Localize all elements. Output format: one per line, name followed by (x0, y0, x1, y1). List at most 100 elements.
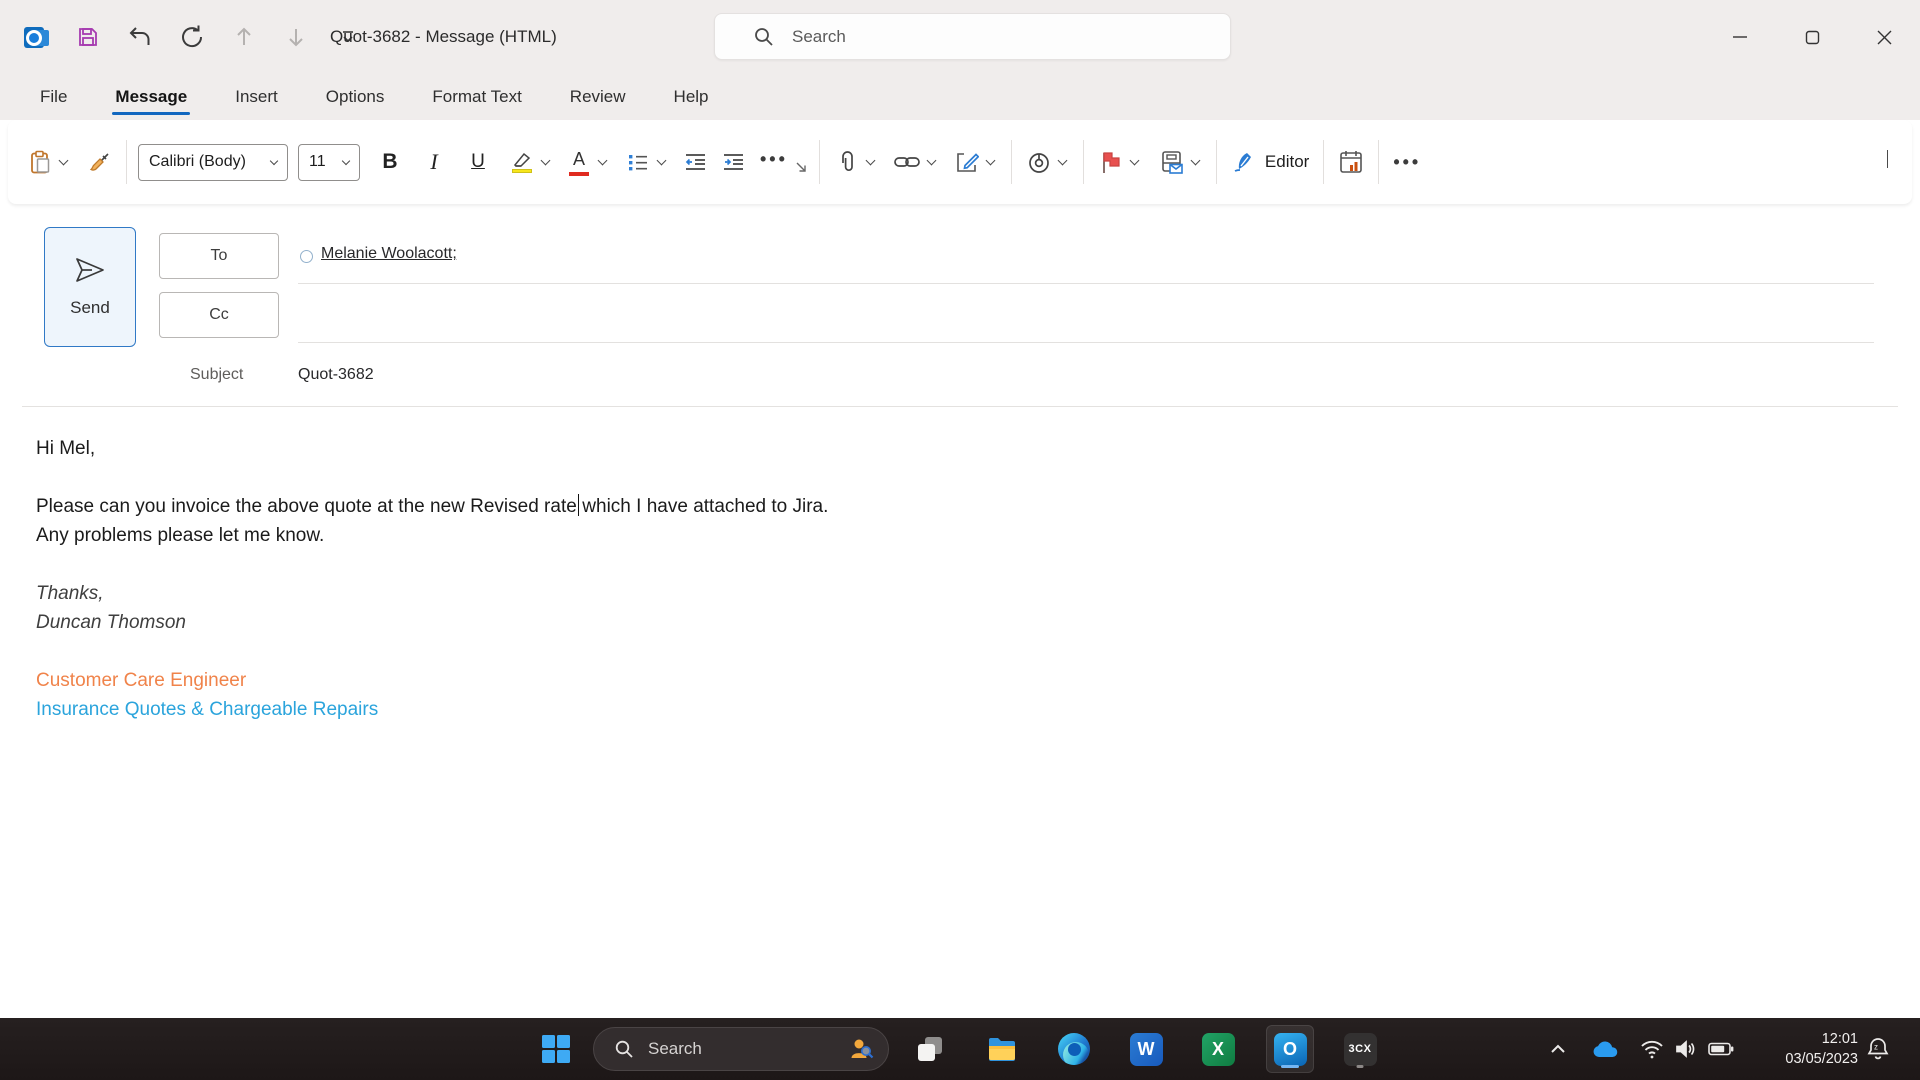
highlight-dropdown-icon[interactable] (541, 156, 551, 166)
tray-overflow-chevron-icon[interactable] (1540, 1030, 1576, 1068)
recipient-chip[interactable]: Melanie Woolacott; (321, 245, 457, 263)
link-button[interactable] (890, 139, 924, 185)
scheduling-poll-button[interactable] (1335, 139, 1367, 185)
subject-input[interactable]: Quot-3682 (298, 366, 374, 384)
bold-button[interactable]: B (374, 139, 406, 185)
message-body[interactable]: Hi Mel, Please can you invoice the above… (36, 434, 1536, 724)
signature-dropdown-icon[interactable] (985, 156, 995, 166)
templates-button[interactable] (1156, 139, 1188, 185)
battery-icon[interactable] (1703, 1030, 1739, 1068)
tab-format-text[interactable]: Format Text (430, 77, 523, 117)
templates-dropdown-icon[interactable] (1190, 156, 1200, 166)
window-controls (1704, 0, 1920, 74)
ribbon-tab-bar: File Message Insert Options Format Text … (0, 74, 1920, 120)
edge-logo (1058, 1033, 1090, 1065)
redo-button[interactable] (178, 23, 206, 51)
ribbon-divider (1011, 140, 1012, 184)
maximize-button[interactable] (1776, 0, 1848, 74)
font-color-dropdown-icon[interactable] (598, 156, 608, 166)
clock-date: 03/05/2023 (1785, 1049, 1858, 1069)
tab-insert[interactable]: Insert (233, 77, 280, 117)
taskbar-search-input[interactable]: Search (593, 1027, 889, 1071)
loop-dropdown-icon[interactable] (1057, 156, 1067, 166)
dialog-launcher-icon[interactable] (795, 161, 808, 179)
notification-bell-icon[interactable]: z (1860, 1030, 1896, 1068)
close-button[interactable] (1848, 0, 1920, 74)
highlight-color-swatch (512, 169, 532, 173)
quick-access-toolbar (22, 0, 362, 74)
attach-dropdown-icon[interactable] (865, 156, 875, 166)
underline-button[interactable]: U (462, 139, 494, 185)
tab-review[interactable]: Review (568, 77, 628, 117)
volume-icon[interactable] (1667, 1030, 1703, 1068)
signature-button[interactable] (951, 139, 983, 185)
wifi-icon[interactable] (1634, 1030, 1670, 1068)
paste-dropdown-icon[interactable] (59, 156, 69, 166)
window-title: Quot-3682 - Message (HTML) (330, 0, 557, 74)
search-input[interactable]: Search (714, 13, 1231, 60)
tab-message[interactable]: Message (113, 77, 189, 117)
loop-components-button[interactable] (1023, 139, 1055, 185)
format-painter-button[interactable] (83, 139, 115, 185)
collapse-ribbon-icon[interactable] (1883, 150, 1894, 168)
start-button[interactable] (534, 1027, 578, 1071)
tab-options[interactable]: Options (324, 77, 387, 117)
taskbar: Search W X O 3CX (0, 1018, 1920, 1080)
save-button[interactable] (74, 23, 102, 51)
file-explorer-button[interactable] (980, 1027, 1024, 1071)
ribbon-more-button[interactable]: ••• (1390, 139, 1424, 185)
cc-button[interactable]: Cc (159, 292, 279, 338)
search-icon (753, 26, 774, 47)
tab-help[interactable]: Help (672, 77, 711, 117)
bullets-button[interactable] (622, 139, 654, 185)
link-dropdown-icon[interactable] (926, 156, 936, 166)
undo-button[interactable] (126, 23, 154, 51)
font-size-select[interactable]: 11 (298, 144, 360, 181)
font-name-dropdown-icon (270, 156, 278, 164)
increase-indent-button[interactable] (717, 139, 749, 185)
threecx-logo: 3CX (1344, 1033, 1377, 1066)
bullets-dropdown-icon[interactable] (657, 156, 667, 166)
title-bar: Quot-3682 - Message (HTML) Search (0, 0, 1920, 74)
attach-file-button[interactable] (831, 139, 863, 185)
tab-file[interactable]: File (38, 77, 69, 117)
paste-button[interactable] (24, 139, 56, 185)
outlook-button[interactable]: O (1268, 1027, 1312, 1071)
body-greeting: Hi Mel, (36, 434, 1536, 463)
threecx-running-indicator (1357, 1065, 1364, 1069)
taskbar-clock[interactable]: 12:01 03/05/2023 (1785, 1029, 1858, 1069)
excel-button[interactable]: X (1196, 1027, 1240, 1071)
threecx-button[interactable]: 3CX (1338, 1027, 1382, 1071)
outlook-app-icon (22, 23, 50, 51)
word-button[interactable]: W (1124, 1027, 1168, 1071)
minimize-button[interactable] (1704, 0, 1776, 74)
body-closing: Thanks, (36, 579, 1536, 608)
clock-time: 12:01 (1785, 1029, 1858, 1049)
presence-icon (300, 250, 313, 263)
follow-up-flag-button[interactable] (1095, 139, 1127, 185)
italic-button[interactable]: I (418, 139, 450, 185)
onedrive-icon[interactable] (1587, 1030, 1623, 1068)
to-field-underline[interactable] (298, 283, 1874, 284)
text-highlight-button[interactable] (506, 139, 538, 185)
editor-button[interactable]: Editor (1228, 139, 1312, 185)
flag-dropdown-icon[interactable] (1129, 156, 1139, 166)
task-view-button[interactable] (908, 1027, 952, 1071)
cc-field-underline[interactable] (298, 342, 1874, 343)
edge-button[interactable] (1052, 1027, 1096, 1071)
previous-item-button[interactable] (230, 23, 258, 51)
font-name-select[interactable]: Calibri (Body) (138, 144, 288, 181)
excel-logo: X (1202, 1033, 1235, 1066)
ribbon-divider (126, 140, 127, 184)
decrease-indent-button[interactable] (679, 139, 711, 185)
to-button[interactable]: To (159, 233, 279, 279)
body-signer: Duncan Thomson (36, 608, 1536, 637)
word-logo: W (1130, 1033, 1163, 1066)
paragraph-more-button[interactable]: ••• (757, 139, 791, 185)
signature-department: Insurance Quotes & Chargeable Repairs (36, 695, 1536, 724)
ribbon-divider (819, 140, 820, 184)
send-button[interactable]: Send (44, 227, 136, 347)
font-color-button[interactable]: A (563, 139, 595, 185)
search-placeholder: Search (792, 27, 846, 47)
next-item-button[interactable] (282, 23, 310, 51)
